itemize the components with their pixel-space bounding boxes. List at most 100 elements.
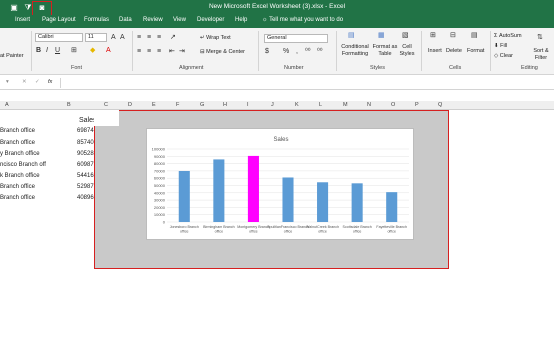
- col-header-f[interactable]: F: [176, 102, 179, 108]
- tab-formulas[interactable]: Formulas: [84, 17, 109, 23]
- align-middle-icon[interactable]: ≡: [147, 34, 151, 42]
- table-row-label[interactable]: Branch office: [0, 195, 35, 201]
- col-header-g[interactable]: G: [200, 102, 204, 108]
- col-header-i[interactable]: I: [247, 102, 249, 108]
- cell-styles-icon[interactable]: ▧: [402, 32, 409, 40]
- conditional-formatting-button[interactable]: Conditional Formatting: [337, 44, 373, 58]
- font-size-select[interactable]: 11: [85, 33, 107, 42]
- table-row-value[interactable]: 69874: [77, 128, 94, 134]
- cell-styles-button[interactable]: Cell Styles: [397, 44, 417, 58]
- table-row-value[interactable]: 52987: [77, 184, 94, 190]
- sort-filter-button[interactable]: Sort & Filter: [528, 48, 554, 62]
- align-center-icon[interactable]: ≡: [147, 48, 151, 56]
- format-cells-button[interactable]: Format: [467, 48, 484, 54]
- increase-font-icon[interactable]: A: [111, 34, 116, 42]
- align-top-icon[interactable]: ≡: [137, 34, 141, 42]
- font-color-icon[interactable]: A: [106, 47, 111, 55]
- col-header-l[interactable]: L: [319, 102, 322, 108]
- clear-button[interactable]: ◇ Clear: [494, 53, 513, 59]
- delete-cells-icon[interactable]: ⊟: [450, 32, 456, 40]
- col-header-p[interactable]: P: [415, 102, 419, 108]
- percent-icon[interactable]: %: [283, 48, 289, 56]
- bar-chart: Sales 0 10000 20000 30000 40000 50000 60000 700…: [152, 137, 409, 234]
- conditional-formatting-icon[interactable]: ▤: [348, 32, 355, 40]
- col-header-a[interactable]: A: [5, 102, 9, 108]
- align-right-icon[interactable]: ≡: [157, 48, 161, 56]
- col-header-d[interactable]: D: [128, 102, 132, 108]
- active-cell[interactable]: [94, 110, 119, 126]
- col-header-h[interactable]: H: [223, 102, 227, 108]
- table-row-value[interactable]: 54416: [77, 173, 94, 179]
- table-row-value[interactable]: 90528: [77, 151, 94, 157]
- insert-cells-icon[interactable]: ⊞: [430, 32, 436, 40]
- autosum-button[interactable]: Σ AutoSum: [494, 33, 522, 39]
- col-header-q[interactable]: Q: [438, 102, 442, 108]
- table-row-label[interactable]: Branch office: [0, 184, 35, 190]
- wrap-text-label: Wrap Text: [206, 35, 231, 41]
- table-row-label[interactable]: y Branch office: [0, 151, 40, 157]
- format-table-icon[interactable]: ▦: [378, 32, 385, 40]
- format-cells-icon[interactable]: ▤: [471, 32, 478, 40]
- insert-cells-button[interactable]: Insert: [428, 48, 442, 54]
- fill-color-icon[interactable]: ◆: [90, 47, 95, 55]
- fill-button[interactable]: ⬇ Fill: [494, 43, 507, 49]
- decrease-font-icon[interactable]: A: [120, 34, 125, 42]
- merge-center-button[interactable]: ⊟ Merge & Center: [200, 49, 245, 55]
- currency-icon[interactable]: $: [265, 48, 269, 56]
- table-row-value[interactable]: 60987: [77, 162, 94, 168]
- tab-page-layout[interactable]: Page Layout: [42, 17, 76, 23]
- font-name-select[interactable]: Calibri: [35, 33, 83, 42]
- table-row-label[interactable]: ncisco Branch off: [0, 162, 46, 168]
- table-row-label[interactable]: Branch office: [0, 128, 35, 134]
- table-row-value[interactable]: 40896: [77, 195, 94, 201]
- table-row-label[interactable]: k Branch office: [0, 173, 40, 179]
- formula-input[interactable]: [60, 78, 554, 88]
- decrease-decimal-icon[interactable]: ⁰⁰: [317, 48, 323, 56]
- table-row-value[interactable]: 85740: [77, 140, 94, 146]
- ribbon: at Painter Calibri 11 A A B I U ⊞ ◆ A Fo…: [0, 28, 554, 75]
- col-header-e[interactable]: E: [152, 102, 156, 108]
- fx-label[interactable]: fx: [48, 79, 52, 85]
- bar: [351, 183, 363, 222]
- table-row-label[interactable]: Branch office: [0, 140, 35, 146]
- name-box-dropdown-icon[interactable]: ▾: [6, 79, 9, 85]
- delete-cells-button[interactable]: Delete: [446, 48, 462, 54]
- indent-increase-icon[interactable]: ⇥: [179, 48, 185, 56]
- tab-developer[interactable]: Developer: [197, 17, 224, 23]
- editing-group-label: Editing: [521, 65, 538, 71]
- sort-filter-icon[interactable]: ⇅: [537, 34, 543, 42]
- underline-icon[interactable]: U: [55, 47, 60, 55]
- col-header-m[interactable]: M: [343, 102, 348, 108]
- col-header-o[interactable]: O: [391, 102, 395, 108]
- tab-insert[interactable]: Insert: [15, 17, 30, 23]
- tell-me-search[interactable]: ☼ Tell me what you want to do: [262, 17, 343, 23]
- tab-view[interactable]: View: [173, 17, 186, 23]
- tab-help[interactable]: Help: [235, 17, 247, 23]
- bar: [247, 155, 259, 222]
- tab-data[interactable]: Data: [119, 17, 132, 23]
- merge-center-label: Merge & Center: [206, 49, 245, 55]
- col-header-b[interactable]: B: [67, 102, 71, 108]
- chart-area[interactable]: Sales 0 10000 20000 30000 40000 50000 60000 700…: [146, 128, 414, 240]
- comma-icon[interactable]: ,: [296, 48, 298, 56]
- cancel-icon[interactable]: ✕: [22, 79, 27, 85]
- col-header-k[interactable]: K: [295, 102, 299, 108]
- orientation-icon[interactable]: ↗: [170, 34, 176, 42]
- tab-review[interactable]: Review: [143, 17, 163, 23]
- format-painter-button[interactable]: at Painter: [0, 53, 24, 59]
- col-header-j[interactable]: J: [271, 102, 274, 108]
- indent-decrease-icon[interactable]: ⇤: [169, 48, 175, 56]
- italic-icon[interactable]: I: [46, 47, 48, 55]
- align-left-icon[interactable]: ≡: [137, 48, 141, 56]
- align-bottom-icon[interactable]: ≡: [157, 34, 161, 42]
- number-format-select[interactable]: General: [264, 34, 328, 43]
- col-header-c[interactable]: C: [104, 102, 108, 108]
- borders-icon[interactable]: ⊞: [71, 47, 77, 55]
- col-header-n[interactable]: N: [367, 102, 371, 108]
- format-as-table-button[interactable]: Format as Table: [370, 44, 400, 58]
- enter-icon[interactable]: ✓: [35, 79, 40, 85]
- formula-bar: ▾ ✕ ✓ fx: [0, 76, 554, 90]
- increase-decimal-icon[interactable]: ⁰⁰: [305, 48, 311, 56]
- wrap-text-button[interactable]: ↵ Wrap Text: [200, 35, 231, 41]
- bold-icon[interactable]: B: [36, 47, 41, 55]
